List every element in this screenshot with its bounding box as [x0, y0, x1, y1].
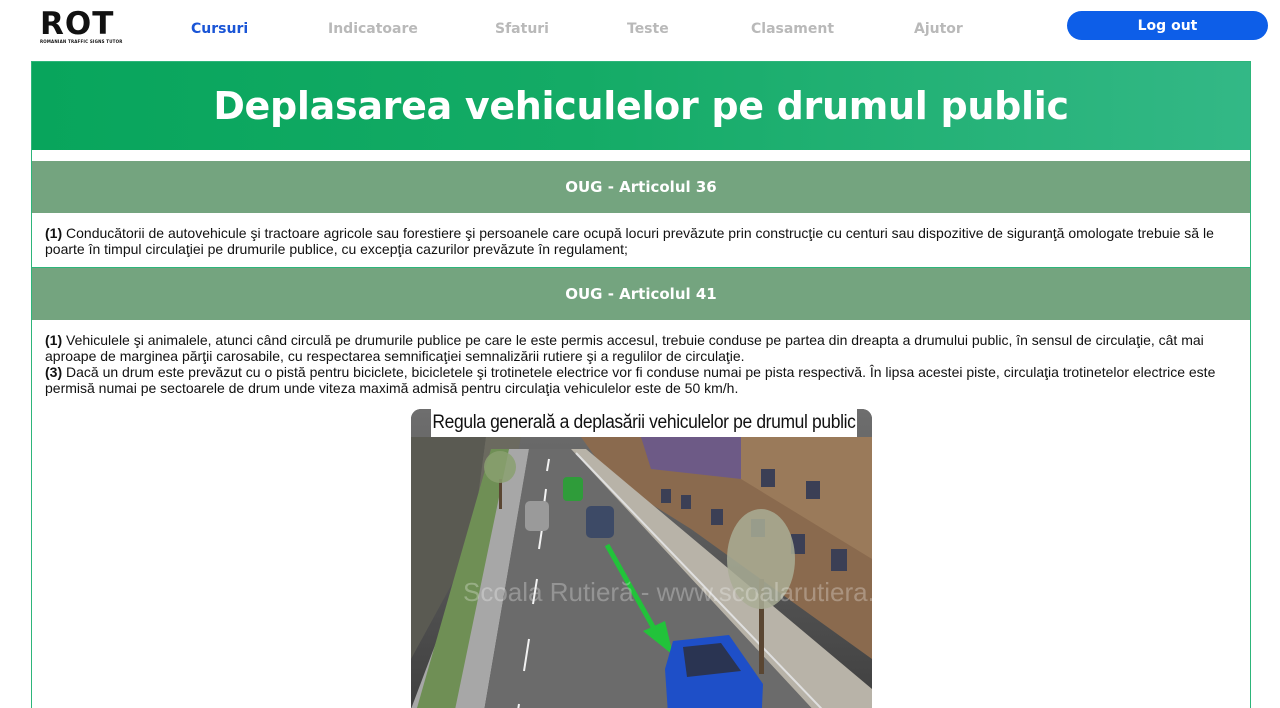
- road-illustration: Scoala Rutieră - www.scoalarutiera.ro Re…: [411, 409, 872, 708]
- logout-button[interactable]: Log out: [1067, 11, 1268, 40]
- nav-cursuri[interactable]: Cursuri: [191, 21, 248, 37]
- article-heading-text: OUG - Articolul 36: [565, 178, 717, 196]
- article-body: (1) Vehiculele şi animalele, atunci când…: [45, 332, 1240, 396]
- paragraph-number: (3): [45, 364, 63, 380]
- image-watermark: Scoala Rutieră - www.scoalarutiera.ro: [463, 577, 872, 607]
- logo-subtitle: ROMANIAN TRAFFIC SIGNS TUTOR: [40, 39, 123, 44]
- paragraph-text: Vehiculele şi animalele, atunci când cir…: [45, 332, 1204, 364]
- paragraph-text: Dacă un drum este prevăzut cu o pistă pe…: [45, 364, 1216, 396]
- nav-clasament[interactable]: Clasament: [751, 21, 834, 37]
- paragraph-number: (1): [45, 332, 63, 348]
- paragraph-text: Conducătorii de autovehicule şi tractoar…: [45, 225, 1214, 257]
- image-caption: Regula generală a deplasării vehiculelor…: [431, 409, 857, 437]
- logo[interactable]: ROT ROMANIAN TRAFFIC SIGNS TUTOR: [40, 8, 136, 48]
- top-navigation: ROT ROMANIAN TRAFFIC SIGNS TUTOR Cursuri…: [0, 0, 1280, 58]
- page-title: Deplasarea vehiculelor pe drumul public: [213, 84, 1069, 128]
- article-heading: OUG - Articolul 36: [32, 161, 1250, 213]
- article-heading: OUG - Articolul 41: [32, 268, 1250, 320]
- nav-ajutor[interactable]: Ajutor: [914, 21, 963, 37]
- nav-sfaturi[interactable]: Sfaturi: [495, 21, 549, 37]
- logo-text: ROT: [40, 6, 115, 42]
- nav-teste[interactable]: Teste: [627, 21, 669, 37]
- article-paragraph: (1) Conducătorii de autovehicule şi trac…: [45, 225, 1240, 257]
- course-content-panel: Deplasarea vehiculelor pe drumul public …: [31, 61, 1251, 708]
- page-title-banner: Deplasarea vehiculelor pe drumul public: [32, 62, 1250, 150]
- article-body: (1) Conducătorii de autovehicule şi trac…: [45, 225, 1240, 257]
- article-heading-text: OUG - Articolul 41: [565, 285, 717, 303]
- nav-indicatoare[interactable]: Indicatoare: [328, 21, 418, 37]
- article-paragraph: (3) Dacă un drum este prevăzut cu o pist…: [45, 364, 1240, 396]
- article-paragraph: (1) Vehiculele şi animalele, atunci când…: [45, 332, 1240, 364]
- road-scene-image: [411, 409, 872, 708]
- image-caption-text: Regula generală a deplasării vehiculelor…: [432, 412, 856, 433]
- paragraph-number: (1): [45, 225, 63, 241]
